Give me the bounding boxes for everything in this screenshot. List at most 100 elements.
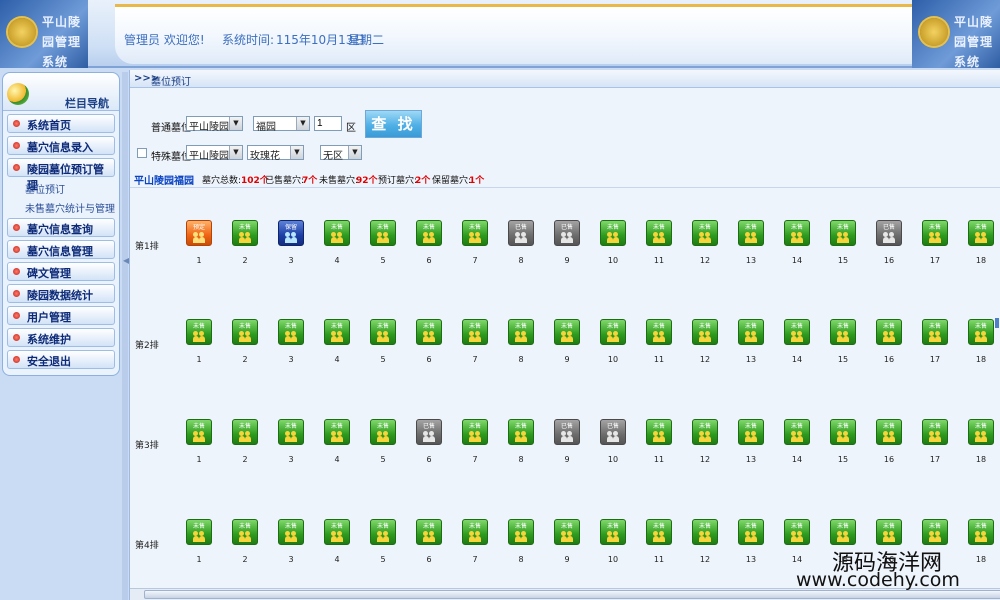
sidebar-item-home[interactable]: 系统首页 bbox=[7, 114, 115, 133]
grave-plot-avail[interactable]: 未售 bbox=[278, 419, 304, 445]
grave-plot-avail[interactable]: 未售 bbox=[508, 519, 534, 545]
grave-plot-avail[interactable]: 未售 bbox=[646, 519, 672, 545]
grave-plot-avail[interactable]: 未售 bbox=[922, 419, 948, 445]
grave-plot-avail[interactable]: 未售 bbox=[968, 220, 994, 246]
grave-plot-kept[interactable]: 保留 bbox=[278, 220, 304, 246]
sidebar-item-maintenance[interactable]: 系统维护 bbox=[7, 328, 115, 347]
grave-plot-sold[interactable]: 已售 bbox=[554, 220, 580, 246]
sidebar-item-reservation[interactable]: 陵园墓位预订管理 bbox=[7, 158, 115, 192]
grave-plot-avail[interactable]: 未售 bbox=[324, 220, 350, 246]
sidebar-item-grave-manage[interactable]: 墓穴信息管理 bbox=[7, 240, 115, 259]
grave-plot-sold[interactable]: 已售 bbox=[600, 419, 626, 445]
grave-plot-avail[interactable]: 未售 bbox=[692, 519, 718, 545]
grave-plot-avail[interactable]: 未售 bbox=[968, 519, 994, 545]
sidebar-item-statistics[interactable]: 陵园数据统计 bbox=[7, 284, 115, 303]
grave-plot-avail[interactable]: 未售 bbox=[784, 319, 810, 345]
grave-plot-avail[interactable]: 未售 bbox=[370, 519, 396, 545]
grave-plot-avail[interactable]: 未售 bbox=[416, 319, 442, 345]
sidebar-item-label: 碑文管理 bbox=[27, 267, 71, 280]
special-zone-select[interactable]: 无区 ▼ bbox=[320, 145, 362, 162]
grave-plot-avail[interactable]: 未售 bbox=[830, 220, 856, 246]
grave-plot-avail[interactable]: 未售 bbox=[830, 519, 856, 545]
grave-plot-sold[interactable]: 已售 bbox=[876, 220, 902, 246]
grave-plot-avail[interactable]: 未售 bbox=[784, 220, 810, 246]
search-button[interactable]: 查 找 bbox=[365, 110, 422, 138]
sidebar-item-grave-entry[interactable]: 墓穴信息录入 bbox=[7, 136, 115, 155]
grave-plot-avail[interactable]: 未售 bbox=[324, 519, 350, 545]
grave-plot-avail[interactable]: 未售 bbox=[830, 319, 856, 345]
grave-plot-avail[interactable]: 未售 bbox=[232, 220, 258, 246]
sidebar-splitter[interactable] bbox=[122, 72, 128, 600]
grave-plot-avail[interactable]: 未售 bbox=[416, 519, 442, 545]
scrollbar-thumb[interactable] bbox=[144, 590, 1000, 599]
grave-plot-avail[interactable]: 未售 bbox=[462, 419, 488, 445]
grave-plot-avail[interactable]: 未售 bbox=[876, 419, 902, 445]
grave-plot-avail[interactable]: 未售 bbox=[784, 519, 810, 545]
grave-plot-avail[interactable]: 未售 bbox=[738, 419, 764, 445]
kept-count: 1个 bbox=[469, 176, 485, 186]
grave-plot-avail[interactable]: 未售 bbox=[324, 319, 350, 345]
grave-plot-avail[interactable]: 未售 bbox=[232, 519, 258, 545]
sidebar-subitem-unsold[interactable]: 未售墓穴统计与管理 bbox=[25, 200, 115, 215]
grave-plot-avail[interactable]: 未售 bbox=[738, 220, 764, 246]
normal-cemetery-select[interactable]: 平山陵园 ▼ bbox=[186, 116, 243, 133]
nav-header: 栏目导航 bbox=[3, 73, 119, 111]
grave-plot-avail[interactable]: 未售 bbox=[646, 419, 672, 445]
grave-plot-avail[interactable]: 未售 bbox=[554, 519, 580, 545]
grave-plot-avail[interactable]: 未售 bbox=[324, 419, 350, 445]
grave-plot-avail[interactable]: 未售 bbox=[186, 519, 212, 545]
sidebar-subitem-reserve[interactable]: 墓位预订 bbox=[25, 181, 65, 196]
grave-plot-avail[interactable]: 未售 bbox=[186, 319, 212, 345]
grave-plot-avail[interactable]: 未售 bbox=[692, 319, 718, 345]
grave-plot-reserved[interactable]: 预定 bbox=[186, 220, 212, 246]
grave-plot-avail[interactable]: 未售 bbox=[876, 319, 902, 345]
grave-plot-avail[interactable]: 未售 bbox=[692, 419, 718, 445]
grave-plot-avail[interactable]: 未售 bbox=[600, 220, 626, 246]
grave-plot-avail[interactable]: 未售 bbox=[646, 319, 672, 345]
sidebar-item-users[interactable]: 用户管理 bbox=[7, 306, 115, 325]
system-time-label: 系统时间: bbox=[222, 33, 275, 47]
grave-plot-avail[interactable]: 未售 bbox=[600, 519, 626, 545]
grave-plot-avail[interactable]: 未售 bbox=[738, 519, 764, 545]
grave-plot-avail[interactable]: 未售 bbox=[370, 319, 396, 345]
grave-plot-avail[interactable]: 未售 bbox=[508, 319, 534, 345]
grave-plot-avail[interactable]: 未售 bbox=[876, 519, 902, 545]
grave-plot-avail[interactable]: 未售 bbox=[370, 220, 396, 246]
grave-plot-avail[interactable]: 未售 bbox=[278, 519, 304, 545]
plot-number: 6 bbox=[426, 455, 432, 464]
normal-garden-select[interactable]: 福园 ▼ bbox=[253, 116, 310, 133]
grave-plot-avail[interactable]: 未售 bbox=[830, 419, 856, 445]
grave-plot-avail[interactable]: 未售 bbox=[186, 419, 212, 445]
grave-plot-avail[interactable]: 未售 bbox=[968, 319, 994, 345]
grave-plot-avail[interactable]: 未售 bbox=[462, 519, 488, 545]
grave-plot-avail[interactable]: 未售 bbox=[232, 319, 258, 345]
grave-plot-avail[interactable]: 未售 bbox=[692, 220, 718, 246]
special-garden-select[interactable]: 玫瑰花 ▼ bbox=[247, 145, 304, 162]
grave-plot-sold[interactable]: 已售 bbox=[416, 419, 442, 445]
grave-plot-avail[interactable]: 未售 bbox=[554, 319, 580, 345]
sidebar-item-logout[interactable]: 安全退出 bbox=[7, 350, 115, 369]
grave-plot-avail[interactable]: 未售 bbox=[370, 419, 396, 445]
grave-plot-avail[interactable]: 未售 bbox=[462, 220, 488, 246]
grave-plot-avail[interactable]: 未售 bbox=[462, 319, 488, 345]
grave-plot-avail[interactable]: 未售 bbox=[968, 419, 994, 445]
grave-plot-avail[interactable]: 未售 bbox=[232, 419, 258, 445]
grave-plot-avail[interactable]: 未售 bbox=[278, 319, 304, 345]
sidebar-item-epitaph[interactable]: 碑文管理 bbox=[7, 262, 115, 281]
special-cemetery-select[interactable]: 平山陵园 ▼ bbox=[186, 145, 243, 162]
grave-plot-avail[interactable]: 未售 bbox=[922, 519, 948, 545]
grave-plot-sold[interactable]: 已售 bbox=[554, 419, 580, 445]
grave-plot-avail[interactable]: 未售 bbox=[738, 319, 764, 345]
grave-plot-avail[interactable]: 未售 bbox=[646, 220, 672, 246]
zone-number-input[interactable] bbox=[314, 116, 342, 131]
sidebar-item-grave-query[interactable]: 墓穴信息查询 bbox=[7, 218, 115, 237]
grave-plot-avail[interactable]: 未售 bbox=[922, 319, 948, 345]
grave-plot-avail[interactable]: 未售 bbox=[922, 220, 948, 246]
grave-plot-avail[interactable]: 未售 bbox=[416, 220, 442, 246]
special-plot-checkbox[interactable] bbox=[137, 148, 147, 158]
plot-status-label: 未售 bbox=[836, 523, 849, 530]
grave-plot-avail[interactable]: 未售 bbox=[508, 419, 534, 445]
grave-plot-avail[interactable]: 未售 bbox=[600, 319, 626, 345]
grave-plot-avail[interactable]: 未售 bbox=[784, 419, 810, 445]
grave-plot-sold[interactable]: 已售 bbox=[508, 220, 534, 246]
